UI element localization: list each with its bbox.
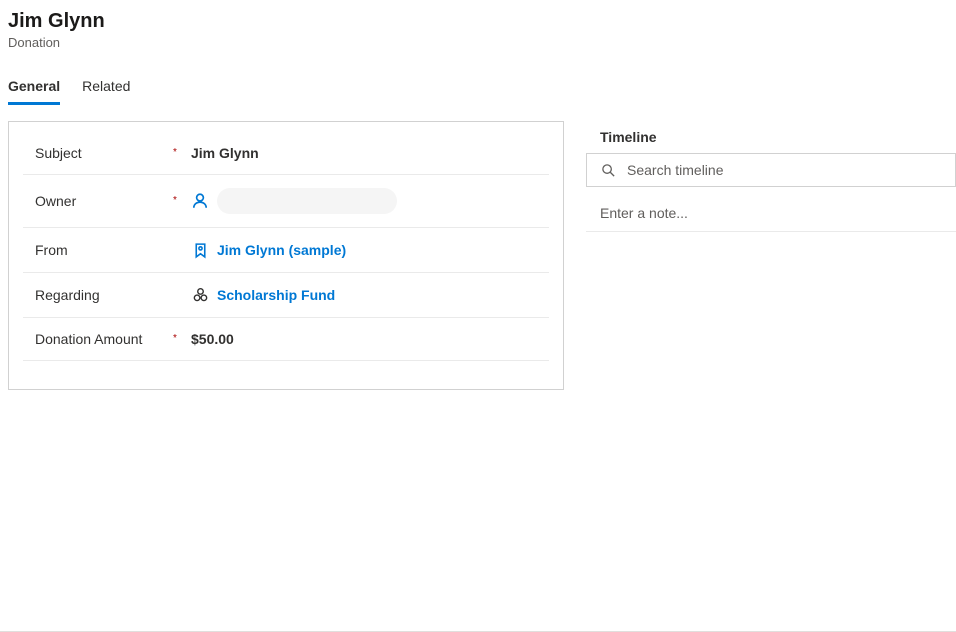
person-icon <box>191 192 209 210</box>
owner-lookup-pill[interactable] <box>217 188 397 214</box>
entity-icon <box>191 286 209 304</box>
form-panel: Subject * Jim Glynn Owner * From <box>8 121 564 390</box>
field-value-subject: Jim Glynn <box>191 145 549 161</box>
page-subtitle: Donation <box>8 35 948 50</box>
search-icon <box>599 161 617 179</box>
tabs: General Related <box>0 72 956 105</box>
page-title: Jim Glynn <box>8 10 948 33</box>
required-marker-icon: * <box>173 148 191 158</box>
tab-general[interactable]: General <box>8 72 60 105</box>
field-label: Regarding <box>23 287 173 303</box>
field-label: Donation Amount <box>23 331 173 347</box>
required-marker-icon: * <box>173 196 191 206</box>
required-marker-icon: * <box>173 334 191 344</box>
field-label: Subject <box>23 145 173 161</box>
field-label: From <box>23 242 173 258</box>
field-donation-amount[interactable]: Donation Amount * $50.00 <box>23 318 549 361</box>
note-input[interactable]: Enter a note... <box>586 195 956 232</box>
timeline-search[interactable] <box>586 153 956 187</box>
contact-icon <box>191 241 209 259</box>
field-owner[interactable]: Owner * <box>23 175 549 228</box>
field-regarding[interactable]: Regarding Scholarship Fund <box>23 273 549 318</box>
timeline-panel: Timeline Enter a note... <box>586 121 956 390</box>
field-value-amount: $50.00 <box>191 331 549 347</box>
field-from[interactable]: From Jim Glynn (sample) <box>23 228 549 273</box>
timeline-title: Timeline <box>586 125 956 153</box>
search-input[interactable] <box>627 162 943 178</box>
field-label: Owner <box>23 193 173 209</box>
field-subject[interactable]: Subject * Jim Glynn <box>23 132 549 175</box>
tab-related[interactable]: Related <box>82 72 130 104</box>
regarding-link[interactable]: Scholarship Fund <box>217 287 335 303</box>
from-link[interactable]: Jim Glynn (sample) <box>217 242 346 258</box>
